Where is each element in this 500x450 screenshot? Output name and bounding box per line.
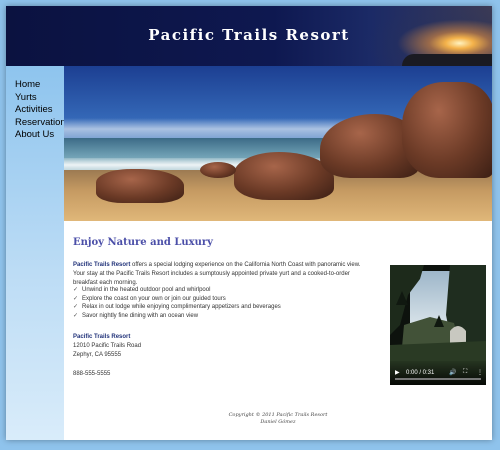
- list-item: ✓ Savor nightly fine dining with an ocean…: [73, 312, 373, 321]
- video-player[interactable]: ▶ 0:00 / 0:31 🔊 ⛶ ⋮: [390, 265, 486, 385]
- main-content: Enjoy Nature and Luxury Pacific Trails R…: [64, 221, 492, 440]
- hero-beach-image: [64, 66, 492, 221]
- address-city: Zephyr, CA 95555: [73, 352, 122, 358]
- hero-rock-small: [200, 162, 236, 178]
- hero-rock-left: [96, 169, 184, 203]
- more-icon[interactable]: ⋮: [477, 369, 483, 376]
- amenity-text: Explore the coast on your own or join ou…: [82, 295, 226, 302]
- video-time: 0:00 / 0:31: [406, 370, 435, 376]
- volume-icon[interactable]: 🔊: [449, 369, 456, 376]
- nav-link-activities[interactable]: Activities: [15, 104, 64, 117]
- page-wrapper: Pacific Trails Resort Home Yurts Activit…: [6, 6, 492, 440]
- check-bullet-icon: ✓: [73, 287, 79, 293]
- intro-paragraph: Pacific Trails Resort offers a special l…: [73, 261, 373, 288]
- check-bullet-icon: ✓: [73, 304, 79, 310]
- amenities-list: ✓ Unwind in the heated outdoor pool and w…: [73, 286, 373, 320]
- list-item: ✓ Relax in out lodge while enjoying compl…: [73, 303, 373, 312]
- play-icon[interactable]: ▶: [395, 369, 400, 376]
- main-nav: Home Yurts Activities Reservation About …: [6, 66, 66, 440]
- intro-brand: Pacific Trails Resort: [73, 262, 131, 268]
- list-item: ✓ Explore the coast on your own or join o…: [73, 295, 373, 304]
- check-bullet-icon: ✓: [73, 295, 79, 302]
- header-headland: [402, 54, 492, 66]
- amenity-text: Unwind in the heated outdoor pool and wh…: [82, 287, 211, 293]
- phone-number: 888-555-5555: [73, 371, 111, 377]
- page-heading: Enjoy Nature and Luxury: [73, 237, 213, 248]
- video-controls: ▶ 0:00 / 0:31 🔊 ⛶ ⋮: [390, 361, 486, 385]
- amenity-text: Relax in out lodge while enjoying compli…: [82, 304, 281, 310]
- address-street: 12010 Pacific Trails Road: [73, 343, 142, 349]
- page-footer: Copyright © 2011 Pacific Trails Resort D…: [64, 412, 492, 425]
- fullscreen-icon[interactable]: ⛶: [463, 369, 467, 376]
- nav-link-about-us[interactable]: About Us: [15, 129, 64, 142]
- amenity-text: Savor nightly fine dining with an ocean …: [82, 312, 199, 319]
- site-title: Pacific Trails Resort: [148, 26, 350, 44]
- nav-link-yurts[interactable]: Yurts: [15, 92, 64, 105]
- address-block: Pacific Trails Resort 12010 Pacific Trai…: [73, 333, 273, 360]
- nav-link-home[interactable]: Home: [15, 79, 64, 92]
- check-bullet-icon: ✓: [73, 312, 79, 319]
- video-progress-bar[interactable]: [395, 378, 481, 380]
- hero-rock-right: [402, 82, 492, 178]
- list-item: ✓ Unwind in the heated outdoor pool and w…: [73, 286, 373, 295]
- site-header: Pacific Trails Resort: [6, 6, 492, 66]
- nav-link-reservation[interactable]: Reservation: [15, 117, 66, 130]
- author-name: Daniel Gómez: [260, 418, 296, 425]
- address-name: Pacific Trails Resort: [73, 334, 131, 340]
